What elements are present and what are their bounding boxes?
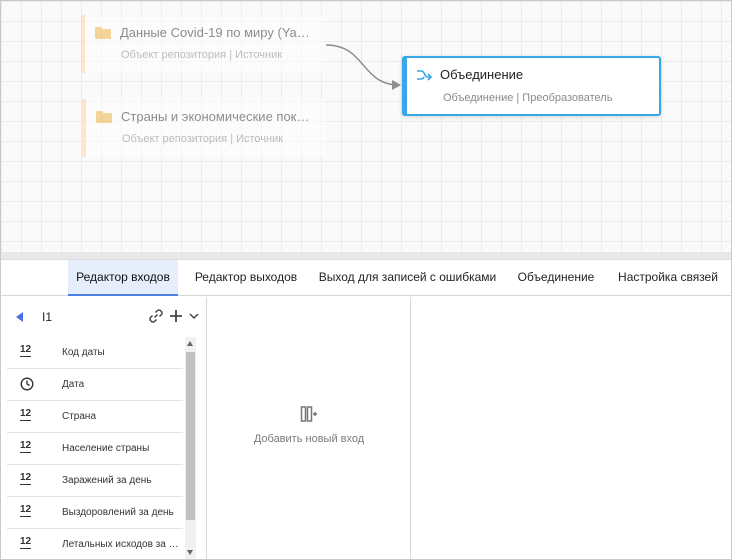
list-item[interactable]: 12 Выздоровлений за день bbox=[7, 497, 183, 529]
field-name: Дата bbox=[62, 379, 85, 390]
scrollbar-thumb[interactable] bbox=[186, 352, 195, 520]
field-name: Код даты bbox=[62, 347, 105, 358]
field-list: 12 Код даты Дата 12 Страна 12 Население … bbox=[7, 337, 183, 559]
field-name: Население страны bbox=[62, 443, 150, 454]
tab-error-output[interactable]: Выход для записей с ошибками bbox=[315, 260, 500, 296]
list-item[interactable]: 12 Страна bbox=[7, 401, 183, 433]
node-title: Данные Covid-19 по миру (Ya… bbox=[120, 25, 310, 40]
chevron-down-icon[interactable] bbox=[188, 310, 200, 322]
pipeline-canvas[interactable]: Данные Covid-19 по миру (Ya… Объект репо… bbox=[1, 1, 731, 252]
field-name: Заражений за день bbox=[62, 475, 152, 486]
input-name: I1 bbox=[42, 310, 53, 324]
tab-output-editor[interactable]: Редактор выходов bbox=[189, 260, 303, 296]
tab-join[interactable]: Объединение bbox=[512, 260, 600, 296]
scroll-down-icon[interactable] bbox=[187, 550, 193, 555]
number-type-icon: 12 bbox=[20, 536, 32, 549]
node-subtitle: Объект репозитория | Источник bbox=[122, 133, 284, 145]
node-title: Страны и экономические пок… bbox=[121, 109, 310, 124]
field-name: Выздоровлений за день bbox=[62, 507, 174, 518]
number-type-icon: 12 bbox=[20, 408, 32, 421]
list-item[interactable]: 12 Население страны bbox=[7, 433, 183, 465]
node-subtitle: Объединение | Преобразователь bbox=[443, 92, 613, 104]
join-node[interactable]: Объединение Объединение | Преобразовател… bbox=[402, 56, 661, 116]
input-header: I1 bbox=[1, 297, 206, 337]
number-type-icon: 12 bbox=[20, 440, 32, 453]
folder-icon bbox=[96, 110, 112, 123]
field-name: Летальных исходов за … bbox=[62, 539, 179, 550]
link-icon[interactable] bbox=[148, 308, 164, 324]
list-item[interactable]: Дата bbox=[7, 369, 183, 401]
add-field-icon[interactable] bbox=[168, 308, 184, 324]
editor-tabs: Редактор входов Редактор выходов Выход д… bbox=[1, 260, 731, 296]
list-item[interactable]: 12 Летальных исходов за … bbox=[7, 529, 183, 559]
field-name: Страна bbox=[62, 411, 97, 422]
details-panel bbox=[412, 297, 731, 559]
number-type-icon: 12 bbox=[20, 504, 32, 517]
connector-line bbox=[325, 44, 400, 86]
number-type-icon: 12 bbox=[20, 472, 32, 485]
source-node-countries[interactable]: Страны и экономические пок… Объект репоз… bbox=[82, 99, 325, 157]
panel-splitter[interactable] bbox=[1, 252, 731, 260]
join-node-header: Объединение bbox=[416, 67, 523, 82]
folder-icon bbox=[95, 26, 111, 39]
add-input-panel: Добавить новый вход bbox=[208, 297, 411, 559]
add-column-icon bbox=[300, 406, 317, 422]
node-subtitle: Объект репозитория | Источник bbox=[121, 49, 283, 61]
connector-arrow-icon bbox=[392, 80, 401, 90]
add-input-label: Добавить новый вход bbox=[253, 433, 365, 445]
list-item[interactable]: 12 Код даты bbox=[7, 337, 183, 369]
source-node-header: Страны и экономические пок… bbox=[96, 109, 309, 124]
node-title: Объединение bbox=[440, 67, 524, 82]
collapse-icon[interactable] bbox=[16, 312, 23, 322]
add-input-button[interactable]: Добавить новый вход bbox=[238, 405, 380, 445]
clock-icon bbox=[20, 377, 34, 391]
source-node-header: Данные Covid-19 по миру (Ya… bbox=[95, 25, 310, 40]
tab-input-editor[interactable]: Редактор входов bbox=[68, 260, 178, 296]
number-type-icon: 12 bbox=[20, 344, 32, 357]
tab-link-settings[interactable]: Настройка связей bbox=[611, 260, 725, 296]
join-icon bbox=[417, 69, 432, 81]
app-window: Данные Covid-19 по миру (Ya… Объект репо… bbox=[0, 0, 732, 560]
list-item[interactable]: 12 Заражений за день bbox=[7, 465, 183, 497]
scroll-up-icon[interactable] bbox=[187, 341, 193, 346]
source-node-covid[interactable]: Данные Covid-19 по миру (Ya… Объект репо… bbox=[81, 15, 324, 73]
input-fields-panel: I1 12 Код даты Дата 12 Страна 12 Населен… bbox=[1, 297, 207, 559]
